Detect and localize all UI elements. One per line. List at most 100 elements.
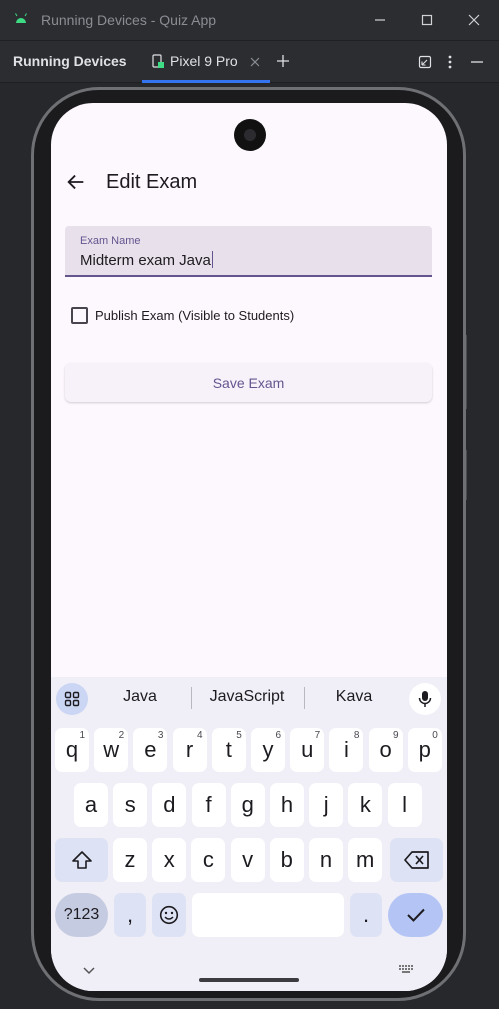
key-label: j bbox=[323, 792, 329, 817]
hide-panel-icon[interactable] bbox=[470, 55, 484, 69]
key-label: h bbox=[280, 792, 294, 817]
key-o[interactable]: o9 bbox=[368, 728, 403, 772]
gesture-nav-handle[interactable] bbox=[199, 978, 299, 982]
period-label: . bbox=[362, 902, 370, 927]
key-hint: 0 bbox=[432, 730, 438, 741]
soft-keyboard: Java JavaScript Kava q1w2e3r4t5y6u7i8o9p… bbox=[51, 677, 447, 991]
window-options-icon[interactable] bbox=[418, 55, 432, 69]
save-exam-button[interactable]: Save Exam bbox=[65, 363, 432, 402]
key-hint: 7 bbox=[314, 730, 321, 741]
maximize-button[interactable] bbox=[404, 0, 450, 40]
keyboard-switch-icon[interactable] bbox=[399, 965, 413, 973]
key-label: x bbox=[163, 847, 175, 872]
suggestion-1[interactable]: Java bbox=[90, 688, 190, 706]
exam-name-input[interactable]: Midterm exam Java bbox=[80, 251, 214, 269]
key-label: o bbox=[379, 737, 392, 762]
key-hint: 8 bbox=[353, 730, 360, 741]
tab-pixel-9-pro[interactable]: Pixel 9 Pro bbox=[142, 41, 270, 83]
key-label: n bbox=[319, 847, 333, 872]
tab-close-icon[interactable] bbox=[250, 57, 260, 67]
key-b[interactable]: b bbox=[269, 838, 304, 882]
key-z[interactable]: z bbox=[113, 838, 147, 882]
key-m[interactable]: m bbox=[348, 838, 383, 882]
comma-label: , bbox=[126, 902, 134, 927]
text-cursor bbox=[211, 251, 214, 268]
publish-checkbox[interactable] bbox=[71, 307, 88, 324]
key-label: m bbox=[356, 847, 375, 872]
key-label: p bbox=[418, 737, 431, 762]
key-j[interactable]: j bbox=[309, 783, 344, 827]
suggestion-2[interactable]: JavaScript bbox=[197, 688, 297, 706]
publish-checkbox-label[interactable]: Publish Exam (Visible to Students) bbox=[95, 308, 294, 323]
key-d[interactable]: d bbox=[152, 783, 187, 827]
key-l[interactable]: l bbox=[387, 783, 422, 827]
period-key[interactable]: . bbox=[350, 893, 382, 937]
key-label: r bbox=[185, 737, 194, 762]
key-p[interactable]: p0 bbox=[407, 728, 442, 772]
shift-icon bbox=[71, 851, 92, 869]
key-g[interactable]: g bbox=[230, 783, 265, 827]
key-f[interactable]: f bbox=[191, 783, 226, 827]
apps-grid-button[interactable] bbox=[56, 683, 88, 715]
emoji-key[interactable] bbox=[152, 893, 186, 937]
toolwindow-title: Running Devices bbox=[13, 53, 127, 69]
comma-key[interactable]: , bbox=[114, 893, 146, 937]
voice-input-button[interactable] bbox=[409, 683, 441, 715]
key-y[interactable]: y6 bbox=[251, 728, 285, 772]
key-q[interactable]: q1 bbox=[55, 728, 89, 772]
backspace-key[interactable] bbox=[390, 838, 443, 882]
key-k[interactable]: k bbox=[348, 783, 383, 827]
more-options-icon[interactable] bbox=[446, 54, 454, 70]
key-e[interactable]: e3 bbox=[133, 728, 168, 772]
key-s[interactable]: s bbox=[113, 783, 148, 827]
phone-screen: Edit Exam Exam Name Midterm exam Java Pu… bbox=[51, 103, 447, 991]
enter-key[interactable] bbox=[388, 893, 443, 937]
key-c[interactable]: c bbox=[191, 838, 226, 882]
key-i[interactable]: i8 bbox=[329, 728, 364, 772]
key-label: d bbox=[163, 792, 176, 817]
shift-key[interactable] bbox=[55, 838, 108, 882]
backspace-icon bbox=[403, 851, 429, 869]
exam-name-label: Exam Name bbox=[80, 235, 141, 247]
key-a[interactable]: a bbox=[74, 783, 108, 827]
key-label: q bbox=[65, 737, 79, 762]
key-label: i bbox=[343, 737, 349, 762]
key-hint: 2 bbox=[118, 730, 125, 741]
key-hint: 1 bbox=[79, 730, 85, 741]
device-icon bbox=[152, 54, 164, 68]
window-title: Running Devices - Quiz App bbox=[41, 12, 217, 28]
key-hint: 6 bbox=[275, 730, 281, 741]
chevron-down-icon bbox=[83, 967, 95, 975]
symbols-label: ?123 bbox=[63, 906, 100, 923]
key-label: a bbox=[84, 792, 98, 817]
close-button[interactable] bbox=[451, 0, 497, 40]
key-label: f bbox=[205, 792, 212, 817]
key-label: y bbox=[262, 737, 274, 762]
front-camera bbox=[234, 119, 266, 151]
key-t[interactable]: t5 bbox=[211, 728, 246, 772]
key-u[interactable]: u7 bbox=[290, 728, 325, 772]
key-r[interactable]: r4 bbox=[172, 728, 207, 772]
key-label: c bbox=[202, 847, 214, 872]
key-h[interactable]: h bbox=[270, 783, 304, 827]
symbols-key[interactable]: ?123 bbox=[55, 893, 108, 937]
minimize-icon bbox=[375, 19, 385, 21]
key-label: w bbox=[103, 737, 120, 762]
space-key[interactable] bbox=[192, 893, 344, 937]
key-n[interactable]: n bbox=[309, 838, 343, 882]
title-bar: Running Devices - Quiz App bbox=[0, 0, 499, 40]
key-label: u bbox=[301, 737, 314, 762]
key-v[interactable]: v bbox=[230, 838, 265, 882]
close-icon bbox=[468, 14, 480, 26]
hide-keyboard-button[interactable] bbox=[83, 962, 95, 978]
key-w[interactable]: w2 bbox=[94, 728, 129, 772]
key-x[interactable]: x bbox=[152, 838, 187, 882]
exam-name-field[interactable]: Exam Name Midterm exam Java bbox=[65, 226, 432, 277]
suggestion-3[interactable]: Kava bbox=[304, 688, 404, 706]
android-icon bbox=[15, 13, 27, 23]
minimize-button[interactable] bbox=[357, 0, 403, 40]
key-label: g bbox=[241, 792, 254, 817]
add-tab-icon[interactable] bbox=[276, 54, 290, 68]
key-label: s bbox=[124, 792, 136, 817]
back-arrow-icon[interactable] bbox=[65, 171, 87, 193]
